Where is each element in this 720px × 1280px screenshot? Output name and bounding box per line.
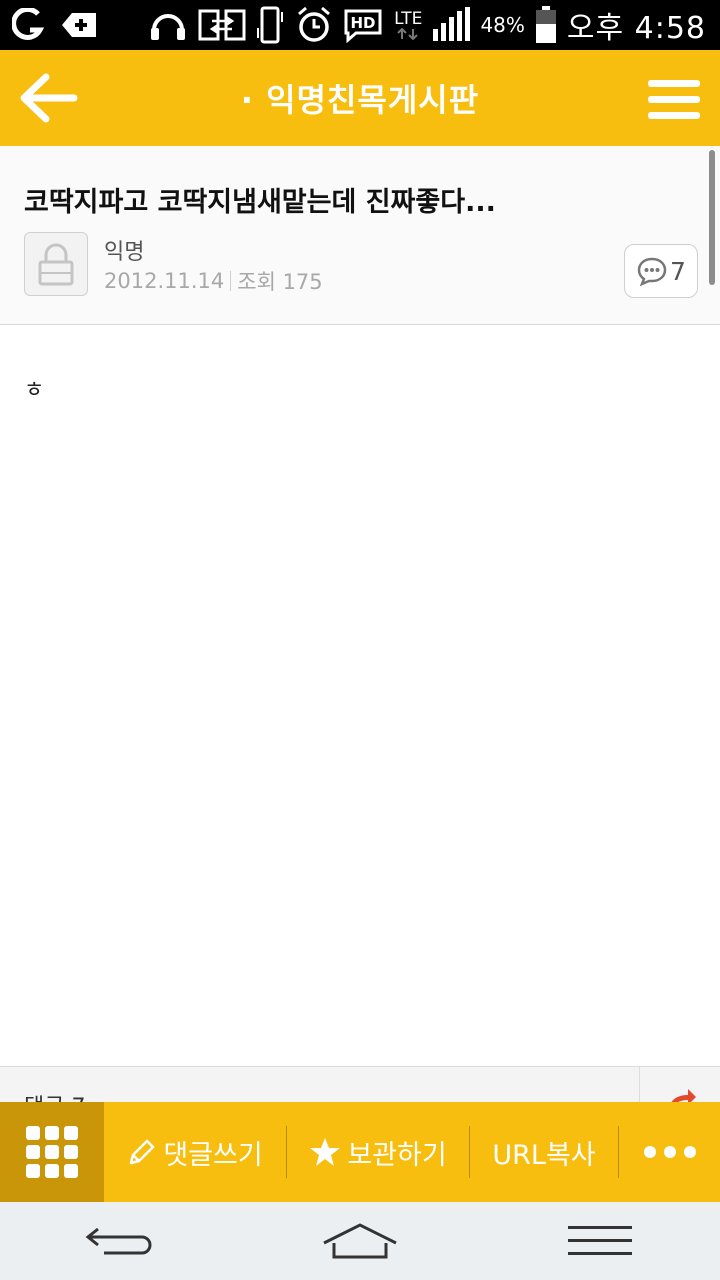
lock-icon (38, 243, 74, 286)
write-comment-button[interactable]: 댓글쓰기 (104, 1102, 286, 1202)
more-options-button[interactable] (619, 1102, 720, 1202)
comment-count-button[interactable]: 7 (624, 244, 698, 298)
meta-divider (230, 271, 232, 291)
headset-icon (148, 6, 188, 44)
speech-bubble-icon (637, 257, 667, 286)
battery-percent: 48% (480, 13, 525, 37)
post-date: 2012.11.14 (104, 269, 225, 293)
post-title: 코딱지파고 코딱지냄새맡는데 진짜좋다... (24, 187, 496, 218)
menu-button[interactable] (648, 78, 700, 122)
system-back-button[interactable] (75, 1216, 165, 1266)
lte-icon: LTE (394, 10, 422, 40)
grid-icon (26, 1126, 78, 1178)
pencil-icon (130, 1139, 155, 1165)
star-icon (310, 1138, 341, 1166)
bottom-action-bar: 댓글쓰기 보관하기 URL복사 (0, 1102, 720, 1202)
system-menu-button[interactable] (555, 1216, 645, 1266)
comments-section[interactable]: 댓글 7 (0, 1066, 720, 1107)
write-comment-label: 댓글쓰기 (163, 1139, 263, 1171)
apps-grid-button[interactable] (0, 1102, 104, 1202)
back-button[interactable] (18, 72, 78, 124)
arrow-left-icon (20, 73, 78, 123)
menu-lines-icon (568, 1226, 632, 1255)
vibrate-icon (256, 6, 286, 44)
post-header: 코딱지파고 코딱지냄새맡는데 진짜좋다... 익명 2012.11.14 조회 … (0, 146, 720, 325)
post-meta: 2012.11.14 조회 175 (104, 266, 323, 296)
post-body: ㅎ (24, 378, 45, 403)
hd-voice-icon: HD (342, 7, 384, 43)
more-dot-icon (643, 1146, 656, 1158)
medical-plus-icon (60, 10, 98, 40)
save-button[interactable]: 보관하기 (287, 1102, 469, 1202)
more-dot-icon (663, 1146, 676, 1158)
signal-strength-icon (432, 7, 471, 43)
system-nav-bar (0, 1202, 720, 1280)
copy-url-button[interactable]: URL복사 (470, 1102, 618, 1202)
post-views: 조회 175 (237, 270, 323, 294)
screen-mirroring-icon (198, 7, 246, 43)
copy-url-label: URL복사 (492, 1139, 596, 1171)
save-label: 보관하기 (347, 1139, 447, 1171)
board-title: · 익명친목게시판 (240, 81, 480, 119)
back-arrow-icon (85, 1227, 152, 1255)
home-icon (323, 1223, 397, 1259)
more-dot-icon (683, 1146, 696, 1158)
alarm-icon (296, 6, 332, 44)
comments-divider (639, 1067, 640, 1107)
hamburger-menu-icon (648, 80, 700, 119)
scrollbar[interactable] (709, 150, 715, 285)
clock: 오후 4:58 (566, 11, 706, 46)
app-header: · 익명친목게시판 (0, 50, 720, 146)
battery-icon (535, 6, 557, 44)
app-g-icon (12, 8, 46, 42)
svg-text:HD: HD (351, 14, 376, 32)
post-author: 익명 (104, 240, 145, 265)
system-home-button[interactable] (315, 1216, 405, 1266)
anonymous-avatar (24, 232, 88, 296)
status-bar: HD LTE 48% 오후 4:58 (0, 0, 720, 50)
comment-count: 7 (670, 256, 686, 286)
